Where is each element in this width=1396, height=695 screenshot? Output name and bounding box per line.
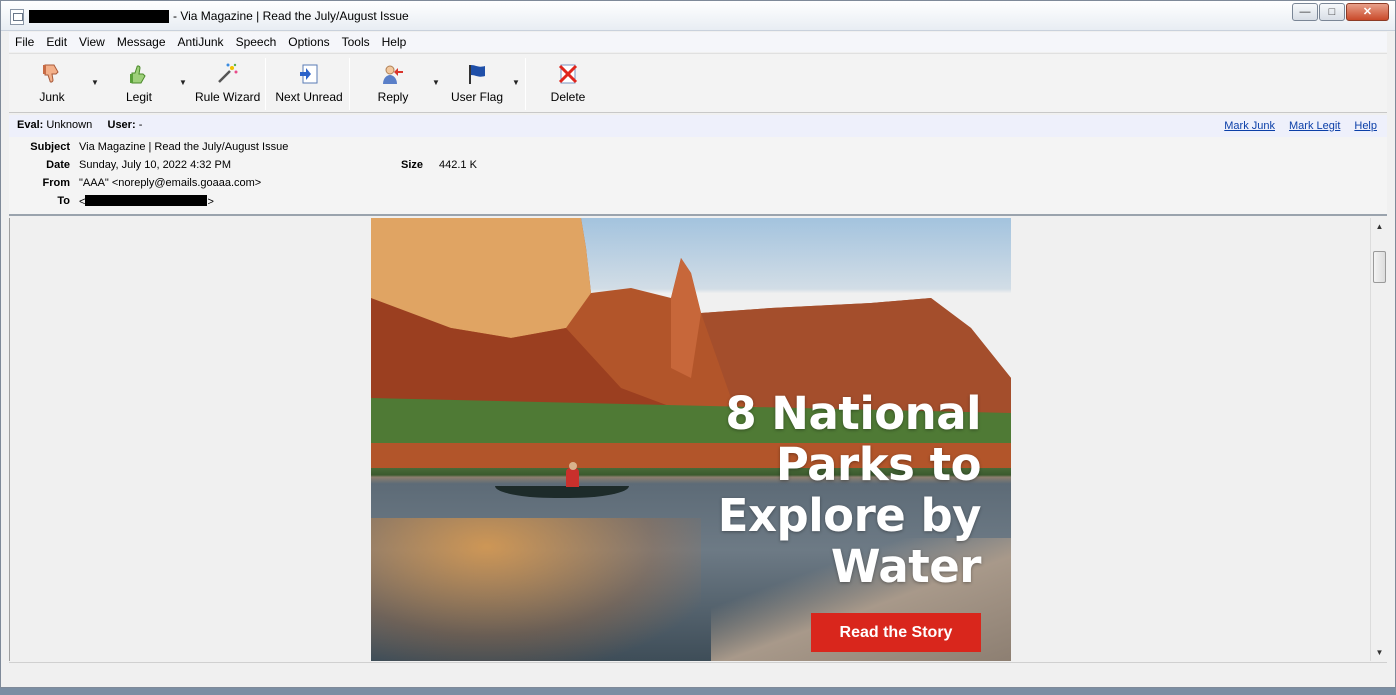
status-bar xyxy=(9,662,1387,686)
user-flag-dropdown-icon[interactable]: ▼ xyxy=(512,78,520,87)
eval-label: Eval: xyxy=(17,119,44,131)
eval-value: Unknown xyxy=(46,119,93,131)
app-icon xyxy=(10,9,24,25)
eval-bar: Eval: Unknown User: - Mark Junk Mark Leg… xyxy=(9,115,1387,137)
from-value: "AAA" <noreply@emails.goaaa.com> xyxy=(79,177,262,189)
menu-file[interactable]: File xyxy=(9,35,40,49)
from-label: From xyxy=(42,177,71,189)
paddler xyxy=(566,468,579,487)
help-link[interactable]: Help xyxy=(1354,120,1377,132)
headline-line: Parks to xyxy=(775,438,982,491)
flag-icon xyxy=(463,60,491,88)
window-title: - Via Magazine | Read the July/August Is… xyxy=(173,9,409,23)
vertical-scrollbar[interactable]: ▲ ▼ xyxy=(1370,218,1387,661)
reply-icon xyxy=(379,60,407,88)
thumbs-up-icon xyxy=(125,60,153,88)
reply-button[interactable]: Reply xyxy=(373,60,413,104)
toolbar-separator xyxy=(265,58,266,110)
to-close-bracket: > xyxy=(207,196,214,208)
toolbar-separator xyxy=(525,58,526,110)
next-unread-icon xyxy=(295,60,323,88)
junk-label: Junk xyxy=(39,90,65,104)
read-the-story-button[interactable]: Read the Story xyxy=(811,613,981,652)
toolbar-separator xyxy=(349,58,350,110)
user-flag-button[interactable]: User Flag xyxy=(451,60,503,104)
date-value: Sunday, July 10, 2022 4:32 PM xyxy=(79,159,232,171)
legit-dropdown-icon[interactable]: ▼ xyxy=(179,78,187,87)
eval-links: Mark Junk Mark Legit Help xyxy=(1224,120,1377,132)
next-unread-label: Next Unread xyxy=(275,90,343,104)
message-headers: Subject Via Magazine | Read the July/Aug… xyxy=(9,137,1387,216)
river-reflection xyxy=(371,518,701,661)
mail-window: - Via Magazine | Read the July/August Is… xyxy=(0,0,1396,688)
legit-button[interactable]: Legit xyxy=(119,60,159,104)
scroll-down-icon[interactable]: ▼ xyxy=(1371,644,1388,661)
junk-dropdown-icon[interactable]: ▼ xyxy=(91,78,99,87)
subject-label: Subject xyxy=(30,141,70,153)
maximize-button[interactable]: □ xyxy=(1319,3,1345,21)
size-label: Size xyxy=(401,159,424,171)
canoe xyxy=(495,486,629,498)
date-row: Date Sunday, July 10, 2022 4:32 PM Size … xyxy=(9,159,1387,177)
reply-dropdown-icon[interactable]: ▼ xyxy=(432,78,440,87)
delete-label: Delete xyxy=(550,90,586,104)
headline-line: 8 National xyxy=(725,387,981,440)
background-window-strip xyxy=(0,688,1396,695)
user-flag-label: User Flag xyxy=(451,90,504,104)
message-body: 8 National Parks to Explore by Water Rea… xyxy=(9,218,1387,661)
close-button[interactable]: ✕ xyxy=(1346,3,1389,21)
subject-value: Via Magazine | Read the July/August Issu… xyxy=(79,141,289,153)
menu-edit[interactable]: Edit xyxy=(40,35,73,49)
to-label: To xyxy=(57,195,70,207)
next-unread-button[interactable]: Next Unread xyxy=(275,60,343,104)
menu-message[interactable]: Message xyxy=(111,35,172,49)
scroll-thumb[interactable] xyxy=(1373,251,1386,283)
paddler-head xyxy=(569,462,577,470)
junk-button[interactable]: Junk xyxy=(33,60,71,104)
magic-wand-icon xyxy=(213,60,241,88)
menu-antijunk[interactable]: AntiJunk xyxy=(172,35,230,49)
headline-line: Explore by xyxy=(717,489,982,542)
date-label: Date xyxy=(46,159,70,171)
menu-help[interactable]: Help xyxy=(376,35,413,49)
rule-wizard-label: Rule Wizard xyxy=(195,90,261,104)
mark-junk-link[interactable]: Mark Junk xyxy=(1224,120,1275,132)
redacted-recipient xyxy=(85,195,208,206)
hero-headline: 8 National Parks to Explore by Water xyxy=(681,387,982,593)
hero-image[interactable]: 8 National Parks to Explore by Water Rea… xyxy=(371,218,1011,661)
to-value: < > xyxy=(79,195,214,208)
user-label: User: xyxy=(107,119,136,131)
size-value: 442.1 K xyxy=(439,159,477,171)
headline-line: Water xyxy=(830,540,982,593)
toolbar: Junk ▼ Legit ▼ Rule Wizard Next Unread R… xyxy=(9,53,1387,113)
title-bar: - Via Magazine | Read the July/August Is… xyxy=(1,1,1395,31)
menu-bar: File Edit View Message AntiJunk Speech O… xyxy=(9,32,1387,52)
menu-view[interactable]: View xyxy=(73,35,111,49)
menu-speech[interactable]: Speech xyxy=(230,35,283,49)
menu-tools[interactable]: Tools xyxy=(336,35,376,49)
window-controls: — □ ✕ xyxy=(1292,3,1389,21)
mark-legit-link[interactable]: Mark Legit xyxy=(1289,120,1340,132)
thumbs-down-icon xyxy=(38,60,66,88)
redacted-sender xyxy=(29,10,169,23)
delete-icon xyxy=(554,60,582,88)
delete-button[interactable]: Delete xyxy=(547,60,589,104)
minimize-button[interactable]: — xyxy=(1292,3,1318,21)
legit-label: Legit xyxy=(125,90,153,104)
menu-options[interactable]: Options xyxy=(282,35,335,49)
rule-wizard-button[interactable]: Rule Wizard xyxy=(195,60,261,104)
reply-label: Reply xyxy=(377,90,409,104)
eval-status: Eval: Unknown User: - xyxy=(17,119,142,131)
user-value: - xyxy=(138,119,143,131)
scroll-up-icon[interactable]: ▲ xyxy=(1371,218,1388,235)
